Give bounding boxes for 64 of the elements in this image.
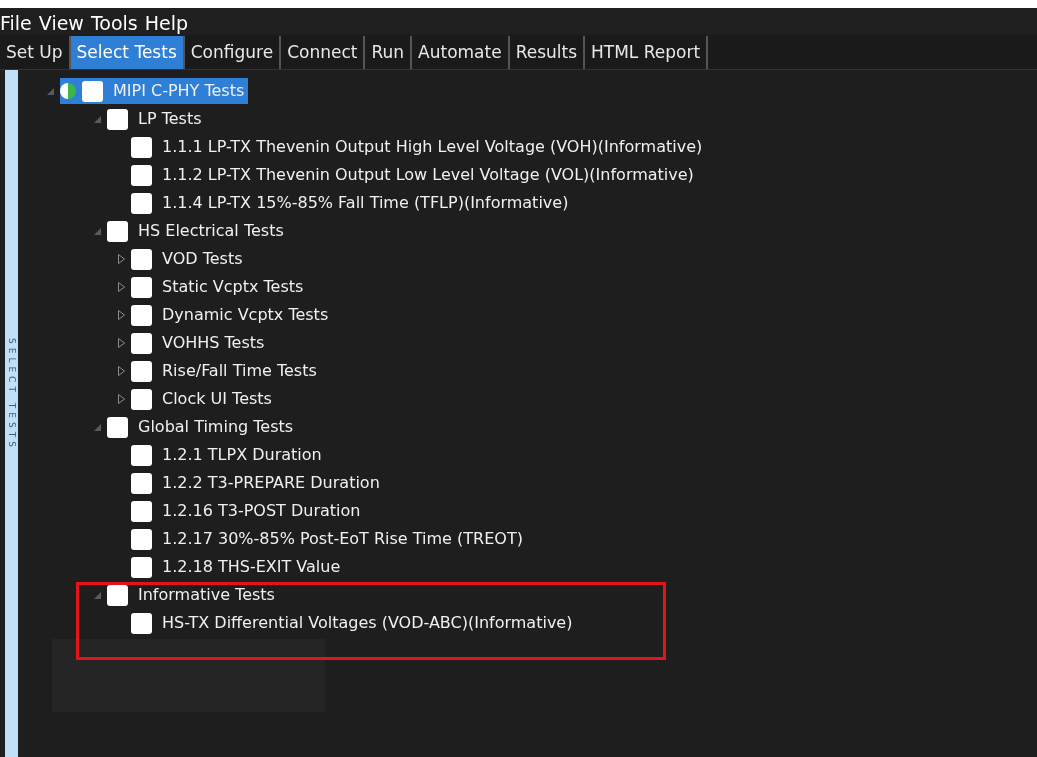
checkbox[interactable] xyxy=(131,528,152,550)
checkbox[interactable] xyxy=(131,164,152,186)
tab[interactable]: Select Tests xyxy=(70,36,185,69)
tree-item-highlight[interactable]: MIPI C-PHY Tests xyxy=(60,78,249,104)
tree-item-label[interactable]: VOD Tests xyxy=(162,247,243,271)
checkbox[interactable] xyxy=(107,416,128,438)
collapsed-arrow-icon[interactable] xyxy=(117,366,125,376)
tab[interactable]: Run xyxy=(365,36,413,69)
tree-item-label[interactable]: Global Timing Tests xyxy=(138,415,294,439)
tree-item-label[interactable]: HS Electrical Tests xyxy=(138,219,284,243)
tab[interactable]: Results xyxy=(509,36,586,69)
tree-item-label[interactable]: Informative Tests xyxy=(138,583,275,607)
collapsed-arrow-icon[interactable] xyxy=(117,254,125,264)
tree-item-label[interactable]: 1.1.2 LP-TX Thevenin Output Low Level Voltage (VOL)(Informative) xyxy=(162,163,694,187)
tree-item-label[interactable]: 1.1.1 LP-TX Thevenin Output High Level Voltage (VOH)(Informative) xyxy=(162,135,703,159)
checkbox[interactable] xyxy=(107,220,128,242)
tree-item-label[interactable]: LP Tests xyxy=(138,107,202,131)
expanded-arrow-icon[interactable] xyxy=(93,115,101,123)
checkbox[interactable] xyxy=(131,472,152,494)
checkbox[interactable] xyxy=(131,332,152,354)
tree-item-label[interactable]: Clock UI Tests xyxy=(162,387,272,411)
tree-item-label[interactable]: 1.2.18 THS-EXIT Value xyxy=(162,555,341,579)
menu-item[interactable]: Tools xyxy=(90,11,138,35)
tree-item-label[interactable]: VOHHS Tests xyxy=(162,331,265,355)
tree-item-label[interactable]: MIPI C-PHY Tests xyxy=(113,79,245,103)
tree-item-label[interactable]: 1.2.2 T3-PREPARE Duration xyxy=(162,471,380,495)
tree-item-label[interactable]: 1.1.4 LP-TX 15%-85% Fall Time (TFLP)(Informative) xyxy=(162,191,569,215)
tree-item-label[interactable]: Static Vcptx Tests xyxy=(162,275,304,299)
expanded-arrow-icon[interactable] xyxy=(93,227,101,235)
checkbox[interactable] xyxy=(107,108,128,130)
checkbox[interactable] xyxy=(131,304,152,326)
collapsed-arrow-icon[interactable] xyxy=(117,338,125,348)
menu-item[interactable]: View xyxy=(38,11,84,35)
side-label: SELECT TESTS xyxy=(5,338,18,453)
checkbox[interactable] xyxy=(131,192,152,214)
checkbox[interactable] xyxy=(82,80,103,102)
collapsed-arrow-icon[interactable] xyxy=(117,282,125,292)
checkbox[interactable] xyxy=(131,444,152,466)
checkbox[interactable] xyxy=(131,360,152,382)
collapsed-arrow-icon[interactable] xyxy=(117,310,125,320)
tree-item-label[interactable]: Rise/Fall Time Tests xyxy=(162,359,317,383)
checkbox[interactable] xyxy=(131,500,152,522)
expanded-arrow-icon[interactable] xyxy=(93,423,101,431)
collapsed-arrow-icon[interactable] xyxy=(117,394,125,404)
checkbox[interactable] xyxy=(131,556,152,578)
expanded-arrow-icon[interactable] xyxy=(46,87,54,95)
menu-item[interactable]: Help xyxy=(144,11,189,35)
tree-item-label[interactable]: 1.2.17 30%-85% Post-EoT Rise Time (TREOT) xyxy=(162,527,523,551)
tab[interactable]: Configure xyxy=(184,36,282,69)
checkbox[interactable] xyxy=(107,584,128,606)
tree-item-label[interactable]: Dynamic Vcptx Tests xyxy=(162,303,329,327)
checkbox[interactable] xyxy=(131,248,152,270)
checkbox[interactable] xyxy=(131,136,152,158)
tree-item-label[interactable]: HS-TX Differential Voltages (VOD-ABC)(Informative) xyxy=(162,611,573,635)
tree-item-label[interactable]: 1.2.1 TLPX Duration xyxy=(162,443,322,467)
checkbox[interactable] xyxy=(131,388,152,410)
tab[interactable]: Automate xyxy=(412,36,510,69)
checkbox[interactable] xyxy=(131,612,152,634)
tab[interactable]: HTML Report xyxy=(585,36,709,69)
menu-item[interactable]: File xyxy=(0,11,32,35)
checkbox[interactable] xyxy=(131,276,152,298)
tree-item-label[interactable]: 1.2.16 T3-POST Duration xyxy=(162,499,361,523)
tab[interactable]: Connect xyxy=(281,36,366,69)
expanded-arrow-icon[interactable] xyxy=(93,591,101,599)
